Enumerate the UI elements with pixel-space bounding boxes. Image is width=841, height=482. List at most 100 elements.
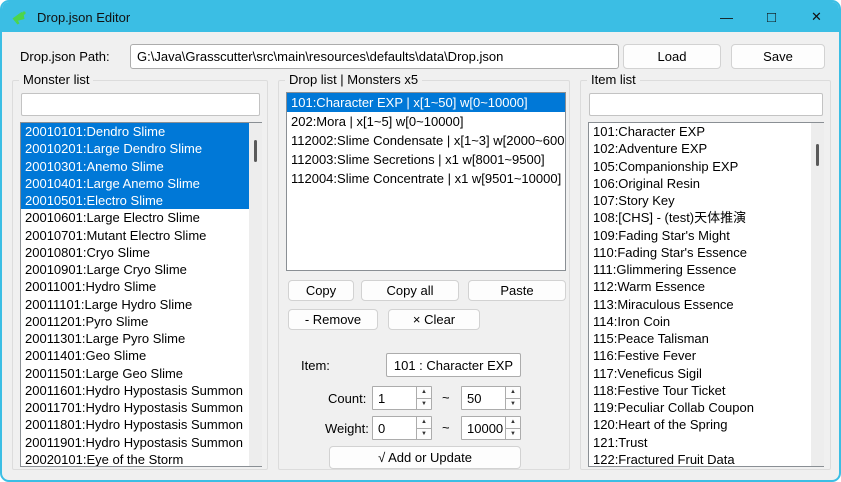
monster-list-item[interactable]: 20011301:Large Pyro Slime <box>21 330 261 347</box>
drop-listbox[interactable]: 101:Character EXP | x[1~50] w[0~10000]20… <box>286 92 566 271</box>
window-title: Drop.json Editor <box>37 10 130 25</box>
count-range-separator: ~ <box>442 390 450 405</box>
monster-list-item[interactable]: 20011001:Hydro Slime <box>21 278 261 295</box>
monster-list-item[interactable]: 20011101:Large Hydro Slime <box>21 296 261 313</box>
item-list-item[interactable]: 114:Iron Coin <box>589 313 823 330</box>
minimize-icon[interactable]: — <box>704 2 749 32</box>
item-list-item[interactable]: 121:Trust <box>589 434 823 451</box>
item-list-panel: Item list 101:Character EXP102:Adventure… <box>580 80 831 470</box>
drop-list-item[interactable]: 112003:Slime Secretions | x1 w[8001~9500… <box>287 150 565 169</box>
item-list-item[interactable]: 113:Miraculous Essence <box>589 296 823 313</box>
monster-list-item[interactable]: 20011601:Hydro Hypostasis Summon <box>21 382 261 399</box>
item-list-title: Item list <box>587 72 640 87</box>
item-list-item[interactable]: 110:Fading Star's Essence <box>589 244 823 261</box>
count-min-spin-buttons: ▲ ▼ <box>416 387 431 409</box>
monster-list-item[interactable]: 20010701:Mutant Electro Slime <box>21 227 261 244</box>
count-max-spinner[interactable]: ▲ ▼ <box>461 386 521 410</box>
monster-list-item[interactable]: 20011701:Hydro Hypostasis Summon <box>21 399 261 416</box>
monster-list-item[interactable]: 20010601:Large Electro Slime <box>21 209 261 226</box>
item-list-item[interactable]: 109:Fading Star's Might <box>589 227 823 244</box>
drop-list-item[interactable]: 202:Mora | x[1~5] w[0~10000] <box>287 112 565 131</box>
item-list-item[interactable]: 120:Heart of the Spring <box>589 416 823 433</box>
monster-list-scrollbar-thumb[interactable] <box>254 140 257 162</box>
paste-button[interactable]: Paste <box>468 280 566 301</box>
monster-list-item[interactable]: 20010501:Electro Slime <box>21 192 261 209</box>
count-min-spinner[interactable]: ▲ ▼ <box>372 386 432 410</box>
spinner-up-icon[interactable]: ▲ <box>506 417 520 429</box>
monster-list-item[interactable]: 20011901:Hydro Hypostasis Summon <box>21 434 261 451</box>
item-list-item[interactable]: 105:Companionship EXP <box>589 158 823 175</box>
monster-list-item[interactable]: 20011401:Geo Slime <box>21 347 261 364</box>
monster-listbox[interactable]: 20010101:Dendro Slime20010201:Large Dend… <box>20 122 262 467</box>
item-list-scrollbar-thumb[interactable] <box>816 144 819 166</box>
monster-list-scrollbar[interactable] <box>249 123 262 466</box>
item-list-item[interactable]: 108:[CHS] - (test)天体推演 <box>589 209 823 226</box>
item-list-item[interactable]: 117:Veneficus Sigil <box>589 365 823 382</box>
item-filter-input[interactable] <box>589 93 823 116</box>
monster-list-item[interactable]: 20010301:Anemo Slime <box>21 158 261 175</box>
item-list-scrollbar[interactable] <box>811 123 824 466</box>
drop-list-title: Drop list | Monsters x5 <box>285 72 422 87</box>
weight-min-spinner[interactable]: ▲ ▼ <box>372 416 432 440</box>
item-list-item[interactable]: 112:Warm Essence <box>589 278 823 295</box>
window-controls: — □ ✕ <box>704 2 839 32</box>
spinner-down-icon[interactable]: ▼ <box>417 429 431 440</box>
copy-button[interactable]: Copy <box>288 280 354 301</box>
item-list-item[interactable]: 102:Adventure EXP <box>589 140 823 157</box>
path-label: Drop.json Path: <box>20 49 110 64</box>
item-list-item[interactable]: 116:Festive Fever <box>589 347 823 364</box>
drop-list-item[interactable]: 112002:Slime Condensate | x[1~3] w[2000~… <box>287 131 565 150</box>
monster-list-item[interactable]: 20010901:Large Cryo Slime <box>21 261 261 278</box>
weight-max-spinner[interactable]: ▲ ▼ <box>461 416 521 440</box>
spinner-down-icon[interactable]: ▼ <box>506 429 520 440</box>
spinner-up-icon[interactable]: ▲ <box>417 417 431 429</box>
count-max-input[interactable] <box>462 387 505 409</box>
monster-list-item[interactable]: 20010201:Large Dendro Slime <box>21 140 261 157</box>
monster-list-item[interactable]: 20020101:Eye of the Storm <box>21 451 261 467</box>
spinner-up-icon[interactable]: ▲ <box>506 387 520 399</box>
item-listbox[interactable]: 101:Character EXP102:Adventure EXP105:Co… <box>588 122 824 467</box>
weight-max-spin-buttons: ▲ ▼ <box>505 417 520 439</box>
item-list-item[interactable]: 115:Peace Talisman <box>589 330 823 347</box>
maximize-icon[interactable]: □ <box>749 2 794 32</box>
weight-max-input[interactable] <box>462 417 505 439</box>
item-field[interactable] <box>386 353 521 377</box>
item-list-item[interactable]: 106:Original Resin <box>589 175 823 192</box>
count-min-input[interactable] <box>373 387 416 409</box>
remove-button[interactable]: - Remove <box>288 309 378 330</box>
item-list-item[interactable]: 101:Character EXP <box>589 123 823 140</box>
monster-list-item[interactable]: 20011801:Hydro Hypostasis Summon <box>21 416 261 433</box>
spinner-down-icon[interactable]: ▼ <box>506 399 520 410</box>
monster-list-item[interactable]: 20010101:Dendro Slime <box>21 123 261 140</box>
monster-list-item[interactable]: 20011201:Pyro Slime <box>21 313 261 330</box>
drop-list-item[interactable]: 112004:Slime Concentrate | x1 w[9501~100… <box>287 169 565 188</box>
app-icon <box>11 9 28 26</box>
monster-list-item[interactable]: 20010801:Cryo Slime <box>21 244 261 261</box>
drop-list-item[interactable]: 101:Character EXP | x[1~50] w[0~10000] <box>287 93 565 112</box>
monster-list-item[interactable]: 20011501:Large Geo Slime <box>21 365 261 382</box>
clear-button[interactable]: × Clear <box>388 309 480 330</box>
spinner-down-icon[interactable]: ▼ <box>417 399 431 410</box>
spinner-up-icon[interactable]: ▲ <box>417 387 431 399</box>
count-max-spin-buttons: ▲ ▼ <box>505 387 520 409</box>
monster-filter-input[interactable] <box>21 93 260 116</box>
copy-all-button[interactable]: Copy all <box>361 280 459 301</box>
titlebar[interactable]: Drop.json Editor — □ ✕ <box>2 2 839 32</box>
add-or-update-button[interactable]: √ Add or Update <box>329 446 521 469</box>
item-label: Item: <box>301 358 330 373</box>
monster-list-title: Monster list <box>19 72 93 87</box>
item-list-item[interactable]: 107:Story Key <box>589 192 823 209</box>
monster-list-item[interactable]: 20010401:Large Anemo Slime <box>21 175 261 192</box>
close-icon[interactable]: ✕ <box>794 2 839 32</box>
weight-min-input[interactable] <box>373 417 416 439</box>
count-label: Count: <box>328 391 366 406</box>
app-window: Drop.json Editor — □ ✕ Drop.json Path: L… <box>0 0 841 482</box>
item-list-item[interactable]: 122:Fractured Fruit Data <box>589 451 823 467</box>
item-list-item[interactable]: 118:Festive Tour Ticket <box>589 382 823 399</box>
save-button[interactable]: Save <box>731 44 825 69</box>
path-input[interactable] <box>130 44 619 69</box>
load-button[interactable]: Load <box>623 44 721 69</box>
item-list-item[interactable]: 119:Peculiar Collab Coupon <box>589 399 823 416</box>
weight-range-separator: ~ <box>442 420 450 435</box>
item-list-item[interactable]: 111:Glimmering Essence <box>589 261 823 278</box>
